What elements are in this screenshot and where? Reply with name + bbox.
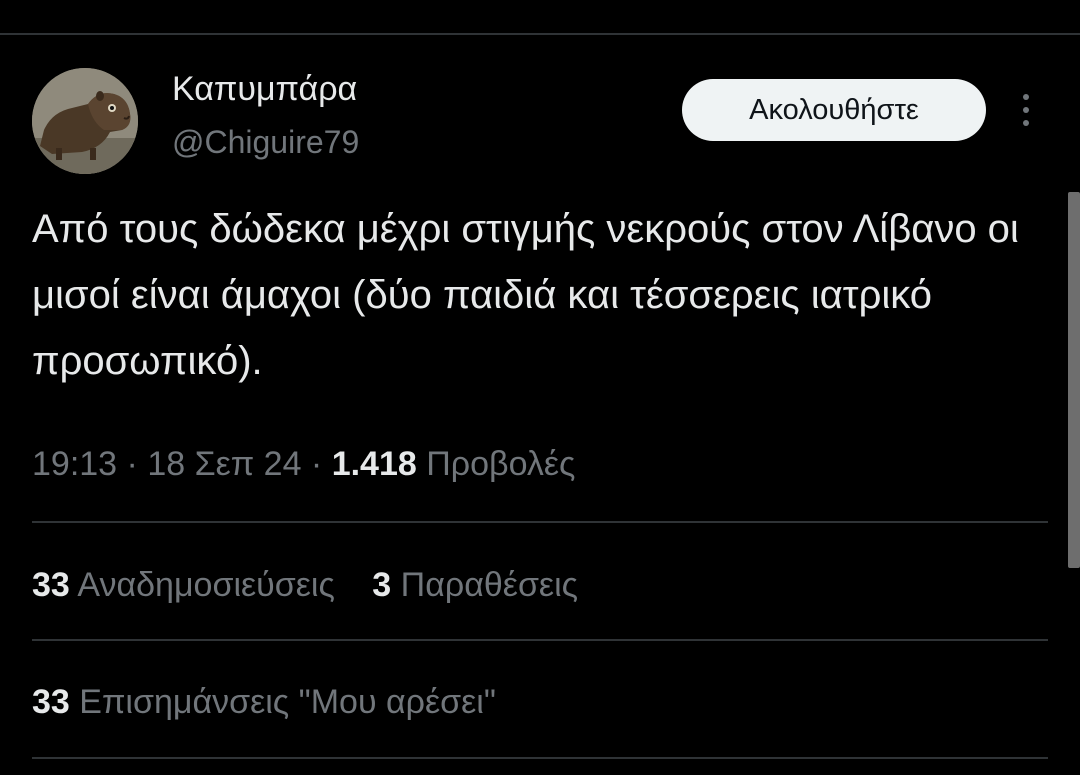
quotes-link[interactable]: 3 Παραθέσεις: [372, 565, 578, 605]
likes-row: 33 Επισημάνσεις "Μου αρέσει": [32, 682, 496, 722]
likes-link[interactable]: 33 Επισημάνσεις "Μου αρέσει": [32, 682, 496, 722]
divider: [32, 521, 1048, 523]
divider: [32, 639, 1048, 641]
reposts-label: Αναδημοσιεύσεις: [77, 566, 335, 604]
avatar[interactable]: [32, 68, 138, 174]
meta-separator: ·: [117, 445, 148, 483]
quotes-count: 3: [372, 566, 392, 604]
quotes-label: Παραθέσεις: [400, 566, 579, 604]
tweet-text: Από τους δώδεκα μέχρι στιγμής νεκρούς στ…: [32, 207, 1019, 383]
tweet-time[interactable]: 19:13: [32, 445, 117, 483]
display-name[interactable]: Καπυμπάρα: [172, 72, 357, 106]
views-label: Προβολές: [426, 445, 576, 483]
top-divider: [0, 33, 1080, 35]
meta-separator: ·: [301, 445, 332, 483]
divider: [32, 757, 1048, 759]
follow-button[interactable]: Ακολουθήστε: [682, 79, 986, 141]
reposts-count: 33: [32, 566, 70, 604]
scrollbar[interactable]: [1068, 192, 1080, 568]
views-count: 1.418: [331, 445, 417, 483]
engagement-row: 33 Αναδημοσιεύσεις 3 Παραθέσεις: [32, 565, 578, 605]
more-vertical-icon[interactable]: [1016, 92, 1036, 128]
user-handle[interactable]: @Chiguire79: [172, 126, 359, 158]
tweet-meta: 19:13 · 18 Σεπ 24 · 1.418 Προβολές: [32, 444, 575, 484]
likes-count: 33: [32, 683, 70, 721]
tweet-date[interactable]: 18 Σεπ 24: [147, 445, 301, 483]
reposts-link[interactable]: 33 Αναδημοσιεύσεις: [32, 565, 335, 605]
likes-label: Επισημάνσεις "Μου αρέσει": [79, 683, 496, 721]
capybara-avatar-icon: [32, 68, 138, 174]
